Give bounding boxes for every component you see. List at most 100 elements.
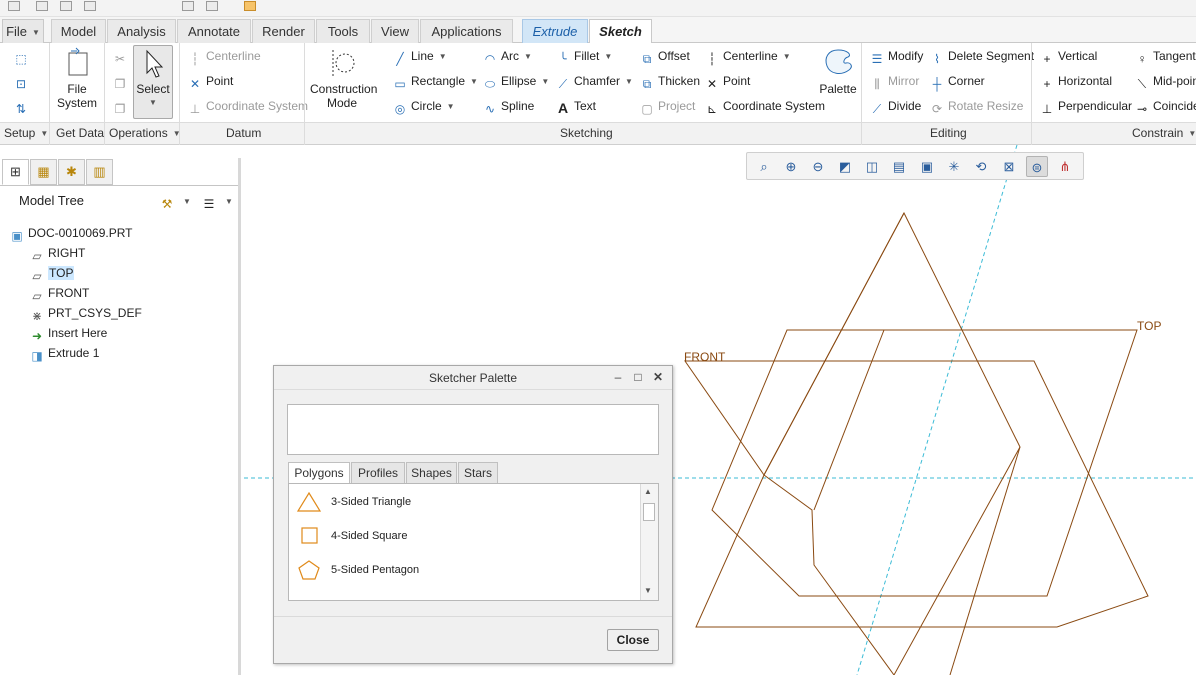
tab-view[interactable]: View (371, 19, 419, 43)
cut-button[interactable]: ✂ (113, 47, 131, 66)
tab-annotate[interactable]: Annotate (177, 19, 251, 43)
perpendicular-constraint-button[interactable]: ⊥ Perpendicular (1040, 97, 1132, 116)
select-button[interactable]: Select ▼ (133, 45, 173, 119)
arc-button[interactable]: ◠ Arc ▼ (483, 47, 532, 66)
rotate-resize-button[interactable]: ⟳ Rotate Resize (930, 97, 1023, 116)
dialog-close-button[interactable]: ✕ (651, 370, 665, 384)
palette-button[interactable]: Palette (816, 47, 860, 96)
ellipse-button[interactable]: ⬭ Ellipse ▼ (483, 72, 549, 91)
front-datum-plane[interactable] (684, 360, 1149, 628)
thicken-button[interactable]: ⧉ Thicken (640, 72, 700, 91)
close-window-icon[interactable] (244, 1, 256, 11)
sketch-entity[interactable] (813, 329, 885, 511)
tab-polygons[interactable]: Polygons (288, 462, 350, 485)
tree-node-extrude[interactable]: ◨ Extrude 1 (30, 344, 99, 363)
repaint-button[interactable]: ◩ (834, 156, 856, 177)
annotation-display-button[interactable]: ⋔ (1054, 156, 1076, 177)
right-datum-plane[interactable] (763, 211, 1021, 676)
spin-center-button[interactable]: ⟲ (970, 156, 992, 177)
new-icon[interactable] (8, 1, 20, 11)
tree-settings-button[interactable]: ⚒ ▼ (160, 192, 191, 211)
corner-button[interactable]: ┼ Corner (930, 72, 985, 91)
datum-csys-button[interactable]: ⊥ Coordinate System (188, 97, 308, 116)
horizontal-constraint-button[interactable]: + Horizontal (1040, 72, 1112, 91)
tab-favorites[interactable]: ✱ (58, 159, 85, 185)
group-setup[interactable]: Setup ▼ (4, 126, 48, 140)
tab-extrude[interactable]: Extrude (522, 19, 588, 43)
tab-render[interactable]: Render (252, 19, 315, 43)
tab-stars[interactable]: Stars (458, 462, 498, 484)
tree-show-button[interactable]: ☰ ▼ (202, 192, 233, 211)
tab-model-tree[interactable]: ⊞ (2, 159, 29, 185)
close-button[interactable]: Close (607, 629, 659, 651)
tree-node-csys[interactable]: ⋇ PRT_CSYS_DEF (30, 304, 142, 323)
datum-point-button[interactable]: ✕ Point (188, 72, 233, 91)
offset-button[interactable]: ⧉ Offset (640, 47, 690, 66)
spline-button[interactable]: ∿ Spline (483, 97, 534, 116)
divide-button[interactable]: ⟋ Divide (870, 97, 922, 116)
tree-node-top[interactable]: ▱ TOP (30, 264, 75, 283)
minimize-button[interactable]: – (611, 370, 625, 384)
saved-orientations-button[interactable]: ▤ (888, 156, 910, 177)
tangent-constraint-button[interactable]: ♀ Tangent (1135, 47, 1196, 66)
text-button[interactable]: A Text (556, 97, 596, 115)
tree-node-part[interactable]: ▣ DOC-0010069.PRT (10, 224, 132, 243)
modify-button[interactable]: ☰ Modify (870, 47, 924, 66)
tree-node-insert-here[interactable]: ➜ Insert Here (30, 324, 107, 343)
copy-button[interactable]: ❐ (113, 72, 131, 91)
midpoint-constraint-button[interactable]: ⟍ Mid-point (1135, 72, 1196, 91)
sketch-view-button[interactable]: ⇅ (14, 97, 32, 116)
open-icon[interactable] (36, 1, 48, 11)
datum-display-button[interactable]: ✳ (943, 156, 965, 177)
tab-shapes[interactable]: Shapes (406, 462, 457, 484)
group-operations[interactable]: Operations ▼ (109, 126, 181, 140)
refit-button[interactable]: ⌕ (753, 156, 775, 177)
circle-button[interactable]: ◎ Circle ▼ (393, 97, 455, 116)
top-datum-plane[interactable] (711, 329, 1138, 597)
vertical-constraint-button[interactable]: + Vertical (1040, 47, 1097, 66)
chamfer-button[interactable]: ⟋ Chamfer ▼ (556, 72, 633, 91)
scroll-down-icon[interactable]: ▼ (644, 586, 652, 595)
windows-icon[interactable] (206, 1, 218, 11)
save-icon[interactable] (60, 1, 72, 11)
list-scrollbar[interactable]: ▲ ▼ (640, 484, 658, 600)
mirror-button[interactable]: ⫼ Mirror (870, 72, 919, 91)
display-style-button[interactable]: ◫ (861, 156, 883, 177)
maximize-button[interactable]: □ (631, 370, 645, 384)
sketch-point-button[interactable]: ✕ Point (705, 72, 750, 91)
sketch-csys-button[interactable]: ⊾ Coordinate System (705, 97, 825, 116)
sketch-entity[interactable] (949, 446, 1021, 676)
scroll-thumb[interactable] (643, 503, 655, 521)
tab-analysis[interactable]: Analysis (107, 19, 176, 43)
sketch-entity[interactable] (763, 212, 905, 476)
construction-mode-button[interactable]: Construction Mode (308, 47, 377, 110)
sketch-view-toggle[interactable]: ⊜ (1026, 156, 1048, 177)
tree-node-right[interactable]: ▱ RIGHT (30, 244, 85, 263)
line-button[interactable]: ╱ Line ▼ (393, 47, 446, 66)
tab-tools[interactable]: Tools (316, 19, 370, 43)
tab-applications[interactable]: Applications (420, 19, 513, 43)
zoom-out-button[interactable]: ⊖ (807, 156, 829, 177)
delete-segment-button[interactable]: ⌇ Delete Segment (930, 47, 1034, 66)
tab-sketch[interactable]: Sketch (589, 19, 652, 44)
regenerate-icon[interactable] (182, 1, 194, 11)
sketch-centerline-button[interactable]: ┆ Centerline ▼ (705, 47, 790, 66)
view-manager-button[interactable]: ▣ (916, 156, 938, 177)
sketch-setup-button[interactable]: ⬚ (14, 47, 32, 66)
datum-centerline-button[interactable]: ┆ Centerline (188, 47, 260, 66)
group-constrain[interactable]: Constrain ▼ (1132, 126, 1196, 140)
undo-icon[interactable] (84, 1, 96, 11)
project-button[interactable]: ▢ Project (640, 97, 695, 116)
tab-file[interactable]: File ▼ (2, 19, 44, 43)
reference-button[interactable]: ⊡ (14, 72, 32, 91)
scroll-up-icon[interactable]: ▲ (644, 487, 652, 496)
zoom-in-button[interactable]: ⊕ (780, 156, 802, 177)
tab-folder-browser[interactable]: ▦ (30, 159, 57, 185)
tab-layers[interactable]: ▥ (86, 159, 113, 185)
sketcher-display-button[interactable]: ⊠ (998, 156, 1020, 177)
tab-profiles[interactable]: Profiles (351, 462, 405, 484)
file-system-button[interactable]: File System (53, 47, 101, 110)
tab-model[interactable]: Model (51, 19, 106, 43)
tree-node-front[interactable]: ▱ FRONT (30, 284, 89, 303)
fillet-button[interactable]: ╰ Fillet ▼ (556, 47, 612, 66)
